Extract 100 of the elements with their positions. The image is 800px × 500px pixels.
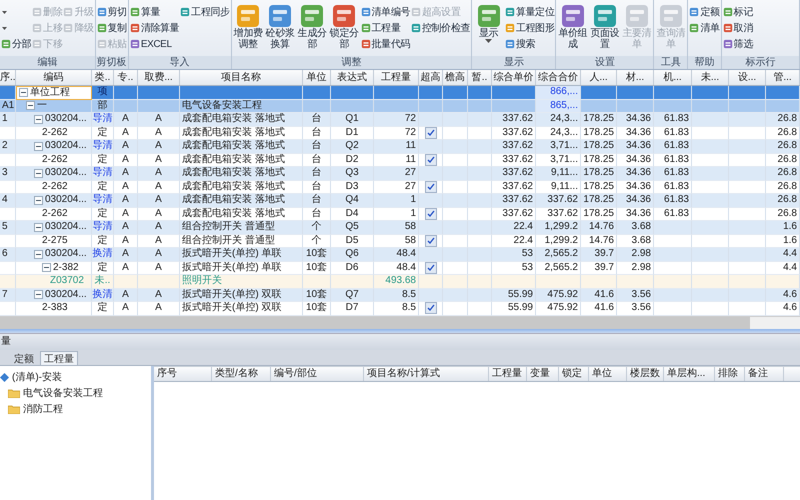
- ribbon-button[interactable]: EXCEL: [130, 36, 180, 52]
- ribbon-button[interactable]: 搜索: [505, 36, 554, 52]
- group-label: 调整: [232, 56, 472, 69]
- column-header[interactable]: 类..: [92, 70, 114, 85]
- folder-icon: [8, 388, 20, 398]
- column-header[interactable]: 表达式: [331, 70, 374, 85]
- column-header[interactable]: 类型/名称: [212, 367, 271, 381]
- ribbon-button[interactable]: 清除算量: [130, 20, 180, 36]
- ribbon-button[interactable]: 批量代码: [360, 36, 410, 52]
- column-header[interactable]: 设...: [729, 70, 766, 85]
- column-header[interactable]: 综合单价: [492, 70, 536, 85]
- document-icon: [505, 38, 516, 50]
- tile-icon: [592, 4, 618, 28]
- tile-icon: [235, 4, 262, 28]
- column-header[interactable]: 人...: [581, 70, 617, 85]
- checkbox[interactable]: [424, 234, 436, 247]
- tab[interactable]: 工程量: [40, 351, 78, 365]
- document-icon: [360, 6, 371, 18]
- column-header[interactable]: 变量: [527, 367, 559, 381]
- tile-icon: [299, 4, 326, 28]
- group-label: 设置: [556, 56, 654, 69]
- ribbon-button[interactable]: 清单编号: [360, 4, 410, 20]
- ribbon-button[interactable]: 定额: [689, 4, 720, 20]
- ribbon-button[interactable]: 分部: [1, 36, 32, 52]
- document-icon: [689, 22, 700, 34]
- collapse-icon[interactable]: [34, 114, 43, 124]
- column-header[interactable]: 编码: [16, 70, 92, 85]
- checkbox[interactable]: [424, 154, 436, 166]
- ribbon-button[interactable]: 标记: [722, 4, 753, 20]
- group-label: 显示: [472, 56, 556, 69]
- column-header[interactable]: 工程量: [374, 70, 419, 85]
- column-header[interactable]: 排除: [715, 367, 745, 381]
- tree-item[interactable]: 消防工程: [0, 401, 151, 417]
- ribbon-button[interactable]: 工程同步: [180, 4, 230, 20]
- document-icon: [130, 38, 140, 50]
- document-icon: [96, 38, 107, 50]
- ribbon-button[interactable]: 控制价检查: [411, 20, 470, 36]
- tab[interactable]: 定额: [10, 351, 38, 365]
- column-header[interactable]: 檐高: [443, 70, 468, 85]
- tree-item[interactable]: 电气设备安装工程: [0, 385, 151, 401]
- document-icon: [32, 38, 42, 50]
- document-icon: [96, 6, 107, 18]
- ribbon-button[interactable]: 算量: [130, 4, 180, 20]
- collapse-icon[interactable]: [42, 263, 51, 272]
- ribbon-button[interactable]: 砼砂浆换算: [264, 4, 296, 54]
- column-header[interactable]: 专..: [114, 70, 138, 85]
- checkbox[interactable]: [424, 208, 436, 220]
- ribbon-button[interactable]: 页面设置: [589, 4, 620, 54]
- collapse-icon[interactable]: [19, 88, 28, 98]
- column-header[interactable]: 单层构...: [664, 367, 715, 381]
- ribbon-button[interactable]: 清单: [689, 20, 720, 36]
- ribbon-button[interactable]: 剪切: [96, 4, 127, 20]
- checkbox[interactable]: [424, 180, 436, 193]
- document-icon: [32, 6, 42, 18]
- collapse-icon[interactable]: [26, 101, 35, 110]
- tree-item[interactable]: (清单)-安装: [0, 369, 151, 385]
- column-header[interactable]: 工程量: [489, 367, 527, 381]
- ribbon-button[interactable]: 单价组成: [557, 4, 588, 54]
- column-header[interactable]: 未...: [692, 70, 729, 85]
- checkbox[interactable]: [424, 302, 436, 314]
- checkbox[interactable]: [424, 262, 436, 274]
- tile-icon: [331, 4, 358, 28]
- ribbon-button[interactable]: 算量定位: [505, 4, 554, 20]
- column-header[interactable]: 综合合价: [536, 70, 581, 85]
- column-header[interactable]: 备注: [745, 367, 784, 381]
- ribbon-button[interactable]: 增加费调整: [232, 4, 264, 54]
- column-header[interactable]: 单位: [303, 70, 331, 85]
- collapse-icon[interactable]: [34, 142, 43, 151]
- column-header[interactable]: 锁定: [559, 367, 589, 381]
- column-header[interactable]: 暂..: [468, 70, 492, 85]
- collapse-icon[interactable]: [34, 196, 43, 205]
- document-icon: [180, 6, 190, 18]
- collapse-icon[interactable]: [34, 290, 43, 300]
- ribbon-button[interactable]: 工程图形: [505, 20, 554, 36]
- collapse-icon[interactable]: [34, 222, 43, 232]
- column-header[interactable]: 项目名称/计算式: [364, 367, 489, 381]
- ribbon-button[interactable]: 显示: [473, 4, 504, 54]
- column-header[interactable]: 序..: [0, 70, 16, 85]
- ribbon-button[interactable]: 筛选: [722, 36, 753, 52]
- column-header[interactable]: 项目名称: [180, 70, 303, 85]
- column-header[interactable]: 楼层数: [627, 367, 664, 381]
- column-header[interactable]: 序号: [154, 367, 212, 381]
- ribbon-button[interactable]: 生成分部: [296, 4, 328, 54]
- column-header[interactable]: 取费...: [138, 70, 180, 85]
- checkbox[interactable]: [424, 126, 436, 139]
- ribbon-button[interactable]: 复制: [96, 20, 127, 36]
- document-icon: [96, 22, 107, 34]
- ribbon-button[interactable]: 取消: [722, 20, 753, 36]
- column-header[interactable]: 单位: [589, 367, 627, 381]
- document-icon: [360, 22, 371, 34]
- ribbon-button[interactable]: 锁定分部: [328, 4, 360, 54]
- column-header[interactable]: 材...: [617, 70, 654, 85]
- column-header[interactable]: 管...: [766, 70, 800, 85]
- ribbon-button[interactable]: 工程量: [360, 20, 410, 36]
- column-header[interactable]: 编号/部位: [271, 367, 364, 381]
- column-header[interactable]: 超高: [419, 70, 443, 85]
- column-header[interactable]: 机...: [654, 70, 692, 85]
- group-label: 剪切板: [96, 56, 128, 69]
- collapse-icon[interactable]: [34, 168, 43, 178]
- collapse-icon[interactable]: [34, 250, 43, 259]
